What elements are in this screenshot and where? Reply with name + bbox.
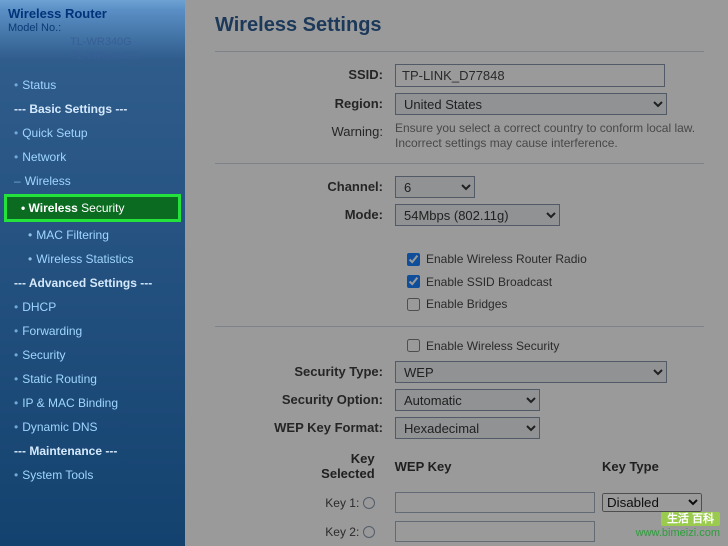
keytable-col-selected: Key Selected (309, 451, 393, 487)
secopt-select[interactable]: Automatic (395, 389, 540, 411)
chk-radio[interactable]: Enable Wireless Router Radio (407, 252, 587, 266)
divider (215, 51, 704, 52)
ssid-label: SSID: (215, 64, 395, 86)
sidebar: Wireless Router Model No.: TL-WR340G TL-… (0, 0, 185, 546)
divider (215, 163, 704, 164)
channel-label: Channel: (215, 176, 395, 198)
mode-label: Mode: (215, 204, 395, 226)
sidebar-model: Model No.: TL-WR340G TL-WR340GD (0, 21, 185, 69)
nav-forwarding[interactable]: •Forwarding (0, 319, 185, 343)
key1-radio[interactable] (363, 497, 375, 509)
nav-section-advanced: --- Advanced Settings --- (0, 271, 185, 295)
chk-bridges-input[interactable] (407, 298, 420, 311)
warning-text: Ensure you select a correct country to c… (395, 121, 704, 151)
channel-select[interactable]: 6 (395, 176, 475, 198)
page-title: Wireless Settings (215, 14, 704, 37)
nav-section-basic: --- Basic Settings --- (0, 97, 185, 121)
nav-section-maint: --- Maintenance --- (0, 439, 185, 463)
wepfmt-label: WEP Key Format: (215, 417, 395, 439)
nav-static-routing[interactable]: •Static Routing (0, 367, 185, 391)
content-area: Wireless Settings SSID: Region: United S… (185, 0, 728, 546)
nav-list: •Status --- Basic Settings --- •Quick Se… (0, 73, 185, 487)
nav-wireless[interactable]: –Wireless (0, 169, 185, 193)
wepfmt-select[interactable]: Hexadecimal (395, 417, 540, 439)
warning-label: Warning: (215, 121, 395, 143)
key2-input[interactable] (395, 521, 595, 542)
nav-dhcp[interactable]: •DHCP (0, 295, 185, 319)
sidebar-title: Wireless Router (0, 6, 185, 21)
key1-type[interactable]: Disabled (602, 493, 702, 512)
chk-radio-input[interactable] (407, 253, 420, 266)
keytable-col-type: Key Type (602, 451, 702, 487)
chk-wsec[interactable]: Enable Wireless Security (407, 339, 559, 353)
sectype-select[interactable]: WEP (395, 361, 667, 383)
chk-bridges[interactable]: Enable Bridges (407, 297, 507, 311)
ssid-input[interactable] (395, 64, 665, 87)
nav-ipmac[interactable]: •IP & MAC Binding (0, 391, 185, 415)
nav-quicksetup[interactable]: •Quick Setup (0, 121, 185, 145)
key1-input[interactable] (395, 492, 595, 513)
keytable-col-wep: WEP Key (395, 451, 600, 487)
nav-system-tools[interactable]: •System Tools (0, 463, 185, 487)
key2-radio[interactable] (363, 526, 375, 538)
secopt-label: Security Option: (215, 389, 395, 411)
nav-security[interactable]: •Security (0, 343, 185, 367)
chk-ssid-input[interactable] (407, 275, 420, 288)
region-select[interactable]: United States (395, 93, 667, 115)
mode-select[interactable]: 54Mbps (802.11g) (395, 204, 560, 226)
divider (215, 326, 704, 327)
nav-mac-filtering[interactable]: •MAC Filtering (0, 223, 185, 247)
chk-ssid[interactable]: Enable SSID Broadcast (407, 275, 552, 289)
nav-ddns[interactable]: •Dynamic DNS (0, 415, 185, 439)
sectype-label: Security Type: (215, 361, 395, 383)
region-label: Region: (215, 93, 395, 115)
nav-status[interactable]: •Status (0, 73, 185, 97)
nav-network[interactable]: •Network (0, 145, 185, 169)
nav-wireless-stats[interactable]: •Wireless Statistics (0, 247, 185, 271)
watermark: 生活 百科 www.bimeizi.com (636, 512, 720, 540)
nav-wireless-security[interactable]: • Wireless Security (4, 194, 181, 222)
chk-wsec-input[interactable] (407, 339, 420, 352)
